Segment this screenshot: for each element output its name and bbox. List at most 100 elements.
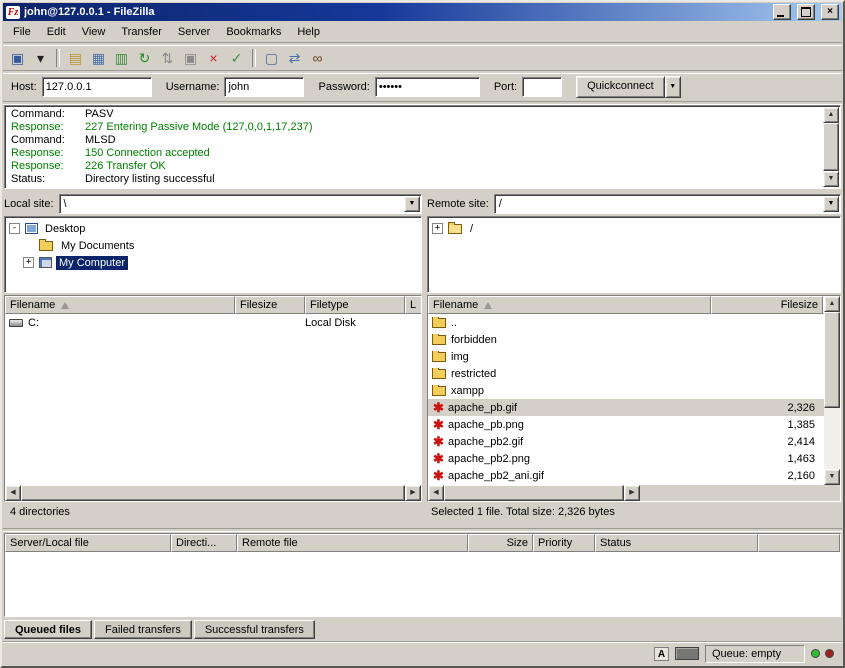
scrollbar-filler (640, 485, 840, 501)
file-row[interactable]: restricted (428, 365, 824, 382)
menu-transfer[interactable]: Transfer (113, 23, 170, 41)
remote-site-combo[interactable]: / ▼ (494, 194, 841, 214)
log-line: Response:150 Connection accepted (11, 147, 818, 160)
scroll-track[interactable] (824, 312, 840, 469)
transfer-queue: Server/Local fileDirecti...Remote fileSi… (4, 533, 841, 617)
column-header-l[interactable]: L (405, 296, 421, 314)
file-row[interactable]: C:Local Disk (5, 314, 421, 331)
column-header-status[interactable]: Status (595, 534, 758, 552)
column-header-server-local-file[interactable]: Server/Local file (5, 534, 171, 552)
column-header-filesize[interactable]: Filesize (235, 296, 305, 314)
column-header-filetype[interactable]: Filetype (305, 296, 405, 314)
column-header-priority[interactable]: Priority (533, 534, 595, 552)
scroll-up-button[interactable]: ▲ (823, 107, 839, 123)
file-row[interactable]: forbidden (428, 331, 824, 348)
scroll-thumb[interactable] (444, 485, 624, 501)
menu-edit[interactable]: Edit (39, 23, 74, 41)
remote-vscrollbar[interactable]: ▲ ▼ (824, 296, 840, 485)
remote-hscrollbar[interactable]: ◀ ▶ (428, 485, 640, 501)
tree-item[interactable]: -Desktop (7, 220, 419, 237)
host-input[interactable] (42, 77, 152, 97)
column-header-remote-file[interactable]: Remote file (237, 534, 468, 552)
file-name-cell: forbidden (428, 334, 711, 346)
column-header-size[interactable]: Size (468, 534, 533, 552)
tree-item[interactable]: +My Documents (21, 237, 419, 254)
menubar: FileEditViewTransferServerBookmarksHelp (3, 22, 842, 42)
toggle-log-icon[interactable]: ▤ (65, 47, 86, 68)
file-name: apache_pb2.png (448, 453, 530, 465)
scroll-right-button[interactable]: ▶ (405, 485, 421, 501)
menu-help[interactable]: Help (289, 23, 328, 41)
scroll-thumb[interactable] (824, 312, 840, 408)
disconnect-icon[interactable]: ✓ (226, 47, 247, 68)
file-row[interactable]: ✱apache_pb2_ani.gif2,160 (428, 467, 824, 484)
column-header-filename[interactable]: Filename (5, 296, 235, 314)
window-title: john@127.0.0.1 - FileZilla (24, 6, 767, 18)
local-site-dropdown[interactable]: ▼ (404, 196, 420, 212)
tree-expander-icon[interactable]: + (432, 223, 443, 234)
close-button[interactable]: × (821, 4, 839, 20)
port-input[interactable] (522, 77, 562, 97)
local-site-combo[interactable]: \ ▼ (59, 194, 422, 214)
scroll-up-button[interactable]: ▲ (824, 296, 840, 312)
remote-tree: +/ (427, 216, 841, 293)
queue-rows (5, 552, 840, 616)
password-input[interactable] (375, 77, 480, 97)
log-scrollbar[interactable]: ▲ ▼ (823, 107, 839, 187)
scroll-track[interactable] (21, 485, 405, 501)
file-row[interactable]: ✱apache_pb2.png1,463 (428, 450, 824, 467)
tree-expander-icon[interactable]: - (9, 223, 20, 234)
menu-view[interactable]: View (74, 23, 114, 41)
tab-queued-files[interactable]: Queued files (4, 620, 92, 639)
scroll-right-button[interactable]: ▶ (624, 485, 640, 501)
file-row[interactable]: ✱apache_pb.png1,385 (428, 416, 824, 433)
toggle-trees-icon[interactable]: ▦ (88, 47, 109, 68)
file-row[interactable]: .. (428, 314, 824, 331)
column-header-filename[interactable]: Filename (428, 296, 711, 314)
site-manager-dropdown[interactable]: ▾ (30, 47, 51, 68)
scroll-track[interactable] (823, 123, 839, 171)
quickconnect-button[interactable]: Quickconnect (576, 76, 665, 98)
message-log: Command:PASVResponse:227 Entering Passiv… (4, 105, 841, 189)
log-line-label: Response: (11, 147, 85, 160)
cancel-icon[interactable]: × (203, 47, 224, 68)
preview-icon[interactable]: ▣ (180, 47, 201, 68)
minimize-button[interactable] (773, 4, 791, 20)
site-manager-icon[interactable]: ▣ (7, 47, 28, 68)
column-header-filesize[interactable]: Filesize (711, 296, 823, 314)
tree-item[interactable]: +My Computer (21, 254, 419, 271)
quickconnect-dropdown[interactable]: ▼ (665, 76, 681, 98)
toggle-queue-icon[interactable]: ▥ (111, 47, 132, 68)
maximize-button[interactable] (797, 4, 815, 20)
menu-bookmarks[interactable]: Bookmarks (218, 23, 289, 41)
scroll-left-button[interactable]: ◀ (428, 485, 444, 501)
scroll-thumb[interactable] (823, 123, 839, 171)
local-hscrollbar[interactable]: ◀ ▶ (5, 485, 421, 501)
tree-expander-icon[interactable]: + (23, 257, 34, 268)
menu-file[interactable]: File (5, 23, 39, 41)
file-row[interactable]: ✱apache_pb2.gif2,414 (428, 433, 824, 450)
directory-compare-icon[interactable]: ▢ (261, 47, 282, 68)
filter-icon[interactable]: ∞ (307, 47, 328, 68)
tree-item[interactable]: +/ (430, 220, 838, 237)
column-header-directi[interactable]: Directi... (171, 534, 237, 552)
tab-successful-transfers[interactable]: Successful transfers (194, 620, 315, 639)
menu-server[interactable]: Server (170, 23, 218, 41)
transfer-type-indicator[interactable]: A (654, 647, 669, 661)
scroll-track[interactable] (444, 485, 624, 501)
file-row[interactable]: ✱apache_pb.gif2,326 (428, 399, 824, 416)
remote-site-dropdown[interactable]: ▼ (823, 196, 839, 212)
sync-browsing-icon[interactable]: ⇄ (284, 47, 305, 68)
file-row[interactable]: xampp (428, 382, 824, 399)
username-input[interactable] (224, 77, 304, 97)
refresh-icon[interactable]: ↻ (134, 47, 155, 68)
queue-tabs: Queued filesFailed transfersSuccessful t… (4, 620, 315, 639)
file-row[interactable]: img (428, 348, 824, 365)
title-bar[interactable]: Fz john@127.0.0.1 - FileZilla × (3, 3, 842, 21)
scroll-left-button[interactable]: ◀ (5, 485, 21, 501)
scroll-down-button[interactable]: ▼ (824, 469, 840, 485)
process-queue-icon[interactable]: ⇅ (157, 47, 178, 68)
scroll-down-button[interactable]: ▼ (823, 171, 839, 187)
scroll-thumb[interactable] (21, 485, 405, 501)
tab-failed-transfers[interactable]: Failed transfers (94, 620, 192, 639)
